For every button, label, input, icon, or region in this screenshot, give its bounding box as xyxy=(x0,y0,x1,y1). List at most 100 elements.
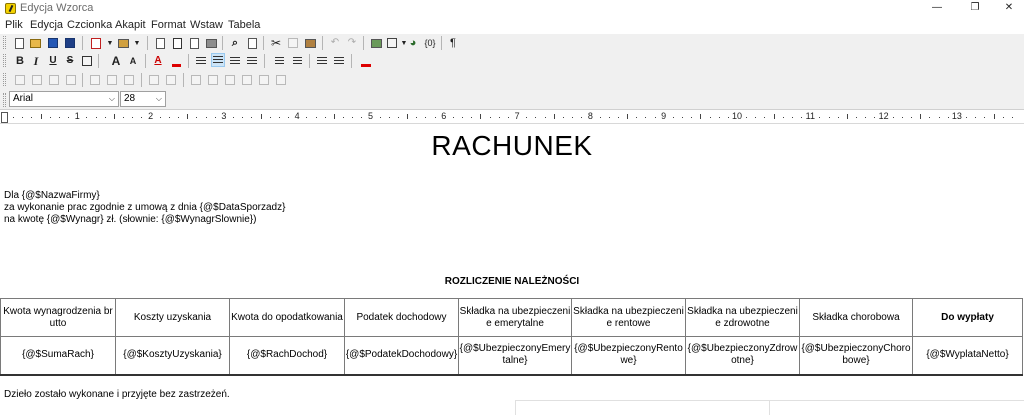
highlight-icon[interactable] xyxy=(169,54,183,68)
ruler-mark xyxy=(242,117,244,118)
ruler-mark xyxy=(425,117,427,118)
ruler-mark xyxy=(141,117,143,118)
border-all-icon[interactable] xyxy=(189,73,203,87)
redo-icon[interactable]: ↷ xyxy=(345,36,359,50)
export-icon[interactable] xyxy=(116,36,130,50)
ruler-mark xyxy=(333,114,335,119)
insert-image-icon[interactable] xyxy=(369,36,383,50)
toolbar-grip[interactable] xyxy=(3,36,6,49)
copy-icon[interactable] xyxy=(286,36,300,50)
border-bottom-icon[interactable] xyxy=(274,73,288,87)
merge-cells-icon[interactable] xyxy=(147,73,161,87)
export-pdf-icon[interactable] xyxy=(89,36,103,50)
menu-tabela[interactable]: Tabela xyxy=(228,19,260,31)
open-folder-icon[interactable] xyxy=(28,36,42,50)
menu-czcionka[interactable]: Czcionka xyxy=(67,19,112,31)
toolbar-grip[interactable] xyxy=(3,93,6,107)
delete-table-icon[interactable] xyxy=(122,73,136,87)
find-icon[interactable]: ⌕ xyxy=(228,36,242,50)
new-document-icon[interactable] xyxy=(12,36,26,50)
replace-icon[interactable] xyxy=(245,36,259,50)
paste-icon[interactable] xyxy=(303,36,317,50)
menu-format[interactable]: Format xyxy=(151,19,186,31)
indent-marker[interactable] xyxy=(1,112,8,123)
save-all-icon[interactable] xyxy=(63,36,77,50)
justify-icon[interactable] xyxy=(245,54,259,68)
insert-column-right-icon[interactable] xyxy=(64,73,78,87)
chevron-down-icon[interactable]: ▼ xyxy=(130,36,144,50)
save-icon[interactable] xyxy=(46,36,60,50)
font-color-icon[interactable]: A xyxy=(151,54,165,68)
delete-row-icon[interactable] xyxy=(88,73,102,87)
ruler-mark xyxy=(819,117,821,118)
fill-color-icon[interactable] xyxy=(359,54,373,68)
grow-font-icon[interactable]: A xyxy=(109,54,123,68)
insert-field-icon[interactable]: {0} xyxy=(421,36,439,50)
menu-wstaw[interactable]: Wstaw xyxy=(190,19,223,31)
undo-icon[interactable]: ↶ xyxy=(328,36,342,50)
menu-edycja[interactable]: Edycja xyxy=(30,19,63,31)
delete-column-icon[interactable] xyxy=(105,73,119,87)
bullet-list-icon[interactable] xyxy=(272,54,286,68)
ruler-mark xyxy=(187,114,189,119)
insert-column-left-icon[interactable] xyxy=(47,73,61,87)
align-center-icon[interactable] xyxy=(211,53,225,67)
border-top-icon[interactable] xyxy=(257,73,271,87)
ruler-number: 3 xyxy=(221,111,227,121)
ruler[interactable]: 1 2 3 4 5 6 7 8 9 10 11 12 13 xyxy=(0,111,1024,124)
subscript-icon[interactable] xyxy=(80,54,94,68)
ruler-mark xyxy=(269,117,271,118)
align-right-icon[interactable] xyxy=(228,54,242,68)
ruler-mark xyxy=(691,117,693,118)
print-icon[interactable] xyxy=(204,36,218,50)
ruler-number: 8 xyxy=(587,111,593,121)
ruler-mark xyxy=(251,117,253,118)
toolbar-grip[interactable] xyxy=(3,54,6,67)
page-setup-icon[interactable] xyxy=(153,36,167,50)
ruler-mark xyxy=(452,117,454,118)
border-outer-icon[interactable] xyxy=(206,73,220,87)
cut-icon[interactable]: ✂ xyxy=(269,36,283,50)
ruler-number: 9 xyxy=(661,111,667,121)
preview-icon[interactable] xyxy=(187,36,201,50)
split-cells-icon[interactable] xyxy=(164,73,178,87)
strikethrough-button[interactable]: S xyxy=(63,54,77,68)
print-preview-icon[interactable] xyxy=(170,36,184,50)
insert-row-above-icon[interactable] xyxy=(13,73,27,87)
underline-button[interactable]: U xyxy=(46,54,60,68)
numbered-list-icon[interactable] xyxy=(290,54,304,68)
font-size-select[interactable]: 28 ⌵ xyxy=(120,91,166,107)
value-cell: {@$PodatekDochodowy} xyxy=(344,336,459,375)
ruler-mark xyxy=(801,117,803,118)
globe-icon[interactable]: ◕ xyxy=(406,36,420,50)
border-right-icon[interactable] xyxy=(240,73,254,87)
close-button[interactable]: ✕ xyxy=(994,0,1024,17)
font-size-value: 28 xyxy=(124,93,136,104)
decrease-indent-icon[interactable] xyxy=(315,54,329,68)
minimize-button[interactable]: — xyxy=(922,0,952,17)
ruler-number: 10 xyxy=(731,111,743,121)
pilcrow-icon[interactable]: ¶ xyxy=(446,36,460,50)
settlement-table: Kwota wynagrodzenia brutto Koszty uzyska… xyxy=(0,298,1023,376)
increase-indent-icon[interactable] xyxy=(332,54,346,68)
shrink-font-icon[interactable]: A xyxy=(126,54,140,68)
separator xyxy=(183,73,184,87)
document-editor[interactable]: RACHUNEK Dla {@$NazwaFirmy} za wykonanie… xyxy=(0,125,1024,415)
value-cell: {@$UbezpieczonyZdrowotne} xyxy=(685,336,800,375)
ruler-mark xyxy=(911,117,913,118)
border-left-icon[interactable] xyxy=(223,73,237,87)
insert-row-below-icon[interactable] xyxy=(30,73,44,87)
ruler-mark xyxy=(1011,117,1013,118)
ruler-mark xyxy=(947,117,949,118)
chevron-down-icon[interactable]: ▼ xyxy=(103,36,117,50)
align-left-icon[interactable] xyxy=(194,54,208,68)
ruler-mark xyxy=(379,117,381,118)
paragraph-firm: Dla {@$NazwaFirmy} xyxy=(4,190,100,201)
menu-plik[interactable]: Plik xyxy=(5,19,23,31)
toolbar-grip[interactable] xyxy=(3,73,6,86)
italic-button[interactable]: I xyxy=(29,54,43,68)
restore-button[interactable]: ❐ xyxy=(960,0,990,17)
font-name-select[interactable]: Arial ⌵ xyxy=(9,91,119,107)
menu-akapit[interactable]: Akapit xyxy=(115,19,146,31)
bold-button[interactable]: B xyxy=(13,54,27,68)
